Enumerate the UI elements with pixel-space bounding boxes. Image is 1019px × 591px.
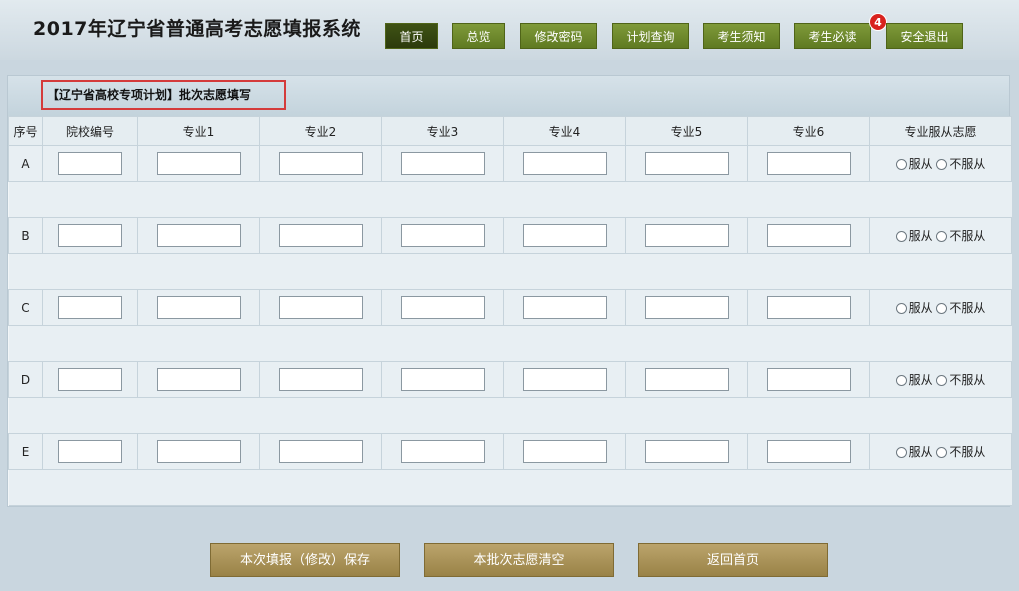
major-6-input[interactable] [766, 368, 851, 391]
major-2-input[interactable] [278, 440, 363, 463]
row-spacer [8, 253, 1012, 290]
return-home-button[interactable]: 返回首页 [638, 543, 828, 577]
major-3-input[interactable] [400, 224, 485, 247]
major-5-input[interactable] [644, 296, 729, 319]
obey-label: 服从 [908, 445, 933, 459]
col-header-major-6: 专业6 [747, 116, 870, 146]
major-4-input[interactable] [522, 152, 607, 175]
col-header-school-code: 院校编号 [42, 116, 138, 146]
major-1-input[interactable] [156, 368, 241, 391]
school-code-input[interactable] [58, 224, 122, 247]
major-4-input[interactable] [522, 296, 607, 319]
major-5-input[interactable] [644, 152, 729, 175]
nav-plan-query-button[interactable]: 计划查询 [612, 23, 689, 49]
obey-radio[interactable] [895, 303, 907, 314]
nav-logout-button[interactable]: 安全退出 [886, 23, 963, 49]
unread-count-badge: 4 [869, 13, 887, 31]
major-5-input[interactable] [644, 224, 729, 247]
obey-radio[interactable] [895, 159, 907, 170]
not-obey-radio[interactable] [936, 159, 948, 170]
row-spacer [8, 469, 1012, 506]
not-obey-radio[interactable] [936, 375, 948, 386]
school-code-input[interactable] [58, 296, 122, 319]
major-3-input[interactable] [400, 368, 485, 391]
not-obey-label: 不服从 [949, 301, 986, 315]
not-obey-radio[interactable] [936, 303, 948, 314]
header-bar: 2017年辽宁省普通高考志愿填报系统 首页 总览 修改密码 计划查询 考生须知 … [0, 0, 1019, 60]
major-1-input[interactable] [156, 440, 241, 463]
col-header-major-1: 专业1 [137, 116, 260, 146]
major-6-input[interactable] [766, 296, 851, 319]
nav-change-password-button[interactable]: 修改密码 [520, 23, 597, 49]
not-obey-label: 不服从 [949, 229, 986, 243]
major-1-input[interactable] [156, 224, 241, 247]
save-button[interactable]: 本次填报（修改）保存 [210, 543, 400, 577]
obey-label: 服从 [908, 229, 933, 243]
col-header-major-2: 专业2 [259, 116, 382, 146]
obey-radio[interactable] [895, 231, 907, 242]
row-index: E [8, 433, 43, 470]
obey-label: 服从 [908, 301, 933, 315]
nav-must-read-button[interactable]: 考生必读 [794, 23, 871, 49]
col-header-major-3: 专业3 [381, 116, 504, 146]
nav-home-button[interactable]: 首页 [385, 23, 438, 49]
col-header-major-4: 专业4 [503, 116, 626, 146]
major-2-input[interactable] [278, 368, 363, 391]
col-header-obey: 专业服从志愿 [869, 116, 1012, 146]
volunteer-table: 序号 院校编号 专业1 专业2 专业3 专业4 专业5 专业6 专业服从志愿 A… [8, 116, 1012, 506]
major-4-input[interactable] [522, 440, 607, 463]
not-obey-label: 不服从 [949, 445, 986, 459]
major-2-input[interactable] [278, 224, 363, 247]
school-code-input[interactable] [58, 440, 122, 463]
major-1-input[interactable] [156, 296, 241, 319]
major-4-input[interactable] [522, 224, 607, 247]
table-row: C 服从 不服从 [8, 289, 1012, 326]
row-index: D [8, 361, 43, 398]
not-obey-radio[interactable] [936, 231, 948, 242]
table-row: E 服从 不服从 [8, 433, 1012, 470]
major-4-input[interactable] [522, 368, 607, 391]
major-3-input[interactable] [400, 296, 485, 319]
table-row: D 服从 不服从 [8, 361, 1012, 398]
major-6-input[interactable] [766, 440, 851, 463]
major-1-input[interactable] [156, 152, 241, 175]
app-title: 2017年辽宁省普通高考志愿填报系统 [33, 18, 361, 40]
obey-radio[interactable] [895, 447, 907, 458]
row-spacer [8, 325, 1012, 362]
major-2-input[interactable] [278, 296, 363, 319]
nav-notice-button[interactable]: 考生须知 [703, 23, 780, 49]
major-5-input[interactable] [644, 368, 729, 391]
row-spacer [8, 181, 1012, 218]
form-panel: 【辽宁省高校专项计划】批次志愿填写 序号 院校编号 专业1 专业2 专业3 专业… [7, 75, 1012, 507]
clear-button[interactable]: 本批次志愿清空 [424, 543, 614, 577]
major-3-input[interactable] [400, 440, 485, 463]
not-obey-label: 不服从 [949, 157, 986, 171]
nav-overview-button[interactable]: 总览 [452, 23, 505, 49]
panel-header: 【辽宁省高校专项计划】批次志愿填写 [8, 76, 1009, 116]
school-code-input[interactable] [58, 368, 122, 391]
school-code-input[interactable] [58, 152, 122, 175]
obey-label: 服从 [908, 373, 933, 387]
major-5-input[interactable] [644, 440, 729, 463]
major-6-input[interactable] [766, 152, 851, 175]
table-row: B 服从 不服从 [8, 217, 1012, 254]
row-index: B [8, 217, 43, 254]
row-spacer [8, 397, 1012, 434]
obey-radio[interactable] [895, 375, 907, 386]
row-index: A [8, 145, 43, 182]
major-2-input[interactable] [278, 152, 363, 175]
table-row: A 服从 不服从 [8, 145, 1012, 182]
major-6-input[interactable] [766, 224, 851, 247]
row-index: C [8, 289, 43, 326]
obey-label: 服从 [908, 157, 933, 171]
not-obey-label: 不服从 [949, 373, 986, 387]
col-header-major-5: 专业5 [625, 116, 748, 146]
panel-title: 【辽宁省高校专项计划】批次志愿填写 [41, 80, 286, 110]
major-3-input[interactable] [400, 152, 485, 175]
not-obey-radio[interactable] [936, 447, 948, 458]
col-header-index: 序号 [8, 116, 43, 146]
